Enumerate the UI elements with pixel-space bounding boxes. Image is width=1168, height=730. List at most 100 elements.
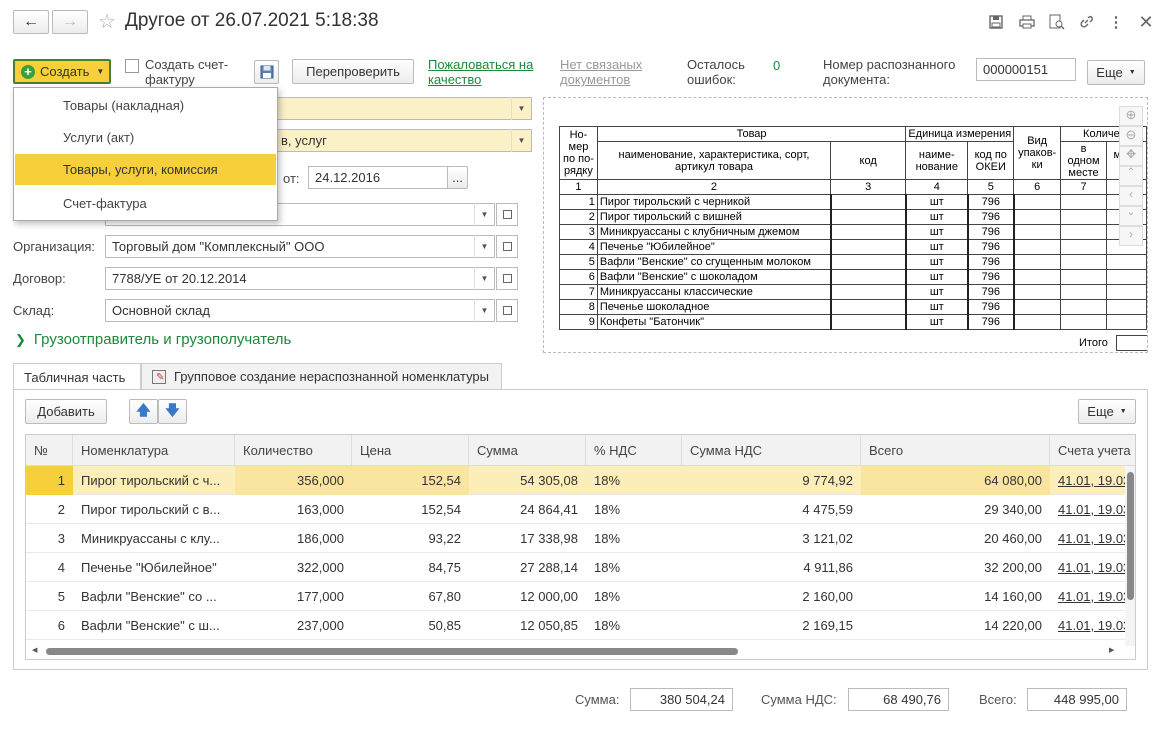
cell-total: 20 460,00 xyxy=(984,531,1042,546)
scroll-left-arrow-icon[interactable]: ◀ xyxy=(32,646,37,654)
move-down-button[interactable]: 🡇 xyxy=(158,399,187,424)
forward-button[interactable]: → xyxy=(52,10,88,34)
close-icon[interactable]: ✕ xyxy=(1136,12,1156,32)
org-open-button[interactable] xyxy=(496,235,518,258)
complain-quality-link[interactable]: Пожаловаться на качество xyxy=(428,57,548,87)
table-row[interactable]: 6 Вафли "Венские" с ш... 237,000 50,85 12 05… xyxy=(26,611,1135,640)
move-up-button[interactable]: 🡅 xyxy=(129,399,158,424)
table-more-button[interactable]: Еще ▼ xyxy=(1078,399,1136,424)
print-icon[interactable] xyxy=(1017,12,1037,32)
table-row[interactable]: 5 Вафли "Венские" со ... 177,000 67,80 12 00… xyxy=(26,582,1135,611)
counterparty-dropdown-icon[interactable]: ▼ xyxy=(474,203,494,226)
cell-qty: 186,000 xyxy=(297,531,344,546)
create-button[interactable]: + Создать ▼ xyxy=(13,59,111,84)
cell-vat-rate: 18% xyxy=(594,531,621,546)
contract-field[interactable]: 7788/УЕ от 20.12.2014 xyxy=(105,267,495,290)
scroll-down-icon[interactable]: ⌄ xyxy=(1119,206,1143,226)
cell-sum: 17 338,98 xyxy=(520,531,578,546)
col-header-accounts[interactable]: Счета учета xyxy=(1050,435,1135,466)
save-icon[interactable] xyxy=(986,12,1006,32)
cell-accounts[interactable]: 41.01, 19.03 xyxy=(1050,524,1130,553)
cell-vat-sum: 3 121,02 xyxy=(802,531,853,546)
scroll-up-icon[interactable]: ⌃ xyxy=(1119,166,1143,186)
menu-item-goods-services-commission[interactable]: Товары, услуги, комиссия xyxy=(15,154,276,185)
col-header-item[interactable]: Номенклатура xyxy=(73,435,235,466)
col-header-price[interactable]: Цена xyxy=(352,435,469,466)
scan-cell-unit: шт xyxy=(905,254,969,270)
cell-accounts[interactable]: 41.01, 19.03 xyxy=(1050,553,1130,582)
counterparty-open-button[interactable] xyxy=(496,203,518,226)
scan-cell-qty-one xyxy=(1060,269,1107,285)
warehouse-dropdown-icon[interactable]: ▼ xyxy=(474,299,494,322)
vertical-scrollbar[interactable] xyxy=(1125,466,1135,646)
contract-open-button[interactable] xyxy=(496,267,518,290)
table-row[interactable]: 2 Пирог тирольский с в... 163,000 152,54 24 … xyxy=(26,495,1135,524)
create-invoice-checkbox[interactable] xyxy=(125,59,139,73)
scan-cell-code xyxy=(829,224,907,240)
contract-dropdown-icon[interactable]: ▼ xyxy=(474,267,494,290)
org-dropdown-icon[interactable]: ▼ xyxy=(474,235,494,258)
scan-cell-pack xyxy=(1013,284,1062,300)
col-header-qty[interactable]: Количество xyxy=(235,435,352,466)
zoom-out-icon[interactable]: ⊖ xyxy=(1119,126,1143,146)
col-header-sum[interactable]: Сумма xyxy=(469,435,586,466)
scan-cell-qty-one xyxy=(1060,254,1107,270)
menu-item-services[interactable]: Услуги (акт) xyxy=(15,122,276,153)
scan-cell-num: 8 xyxy=(559,299,598,315)
cell-accounts[interactable]: 41.01, 19.03 xyxy=(1050,611,1130,640)
grand-total-label: Всего: xyxy=(979,692,1017,707)
horizontal-scrollbar[interactable]: ◀ ▶ xyxy=(26,644,1125,659)
scan-cell-qty-one xyxy=(1060,314,1107,330)
org-field[interactable]: Торговый дом "Комплексный" ООО xyxy=(105,235,495,258)
cell-accounts[interactable]: 41.01, 19.03 xyxy=(1050,466,1130,495)
date-picker-button[interactable]: ... xyxy=(447,166,468,189)
date-field[interactable]: 24.12.2016 xyxy=(308,166,448,189)
scroll-left-icon[interactable]: ‹ xyxy=(1119,186,1143,206)
link-icon[interactable] xyxy=(1076,12,1096,32)
recognized-number-field[interactable]: 000000151 xyxy=(976,58,1076,81)
search-document-icon[interactable] xyxy=(1047,12,1067,32)
table-more-label: Еще xyxy=(1087,404,1114,419)
fit-icon[interactable]: ✥ xyxy=(1119,146,1143,166)
back-button[interactable]: ← xyxy=(13,10,49,34)
more-button[interactable]: Еще ▼ xyxy=(1087,60,1145,85)
menu-item-goods[interactable]: Товары (накладная) xyxy=(15,90,276,121)
col-header-total[interactable]: Всего xyxy=(861,435,1050,466)
menu-item-invoice[interactable]: Счет-фактура xyxy=(15,188,276,219)
vertical-scrollbar-thumb[interactable] xyxy=(1127,472,1134,600)
recheck-button[interactable]: Перепроверить xyxy=(292,59,414,84)
scan-cell-qty-pcs xyxy=(1105,314,1147,330)
cell-num: 1 xyxy=(26,466,73,495)
scan-cell-num: 2 xyxy=(559,209,598,225)
tab-group-create[interactable]: ✎ Групповое создание нераспознанной номе… xyxy=(141,363,502,389)
chevron-down-icon: ▼ xyxy=(1119,408,1127,415)
table-row[interactable]: 1 Пирог тирольский с ч... 356,000 152,54 54 … xyxy=(26,466,1135,495)
scroll-right-arrow-icon[interactable]: ▶ xyxy=(1109,646,1114,654)
save-floppy-button[interactable] xyxy=(254,60,279,84)
warehouse-field[interactable]: Основной склад xyxy=(105,299,495,322)
consignor-group-toggle[interactable]: ❯ Грузоотправитель и грузополучатель xyxy=(15,331,291,348)
horizontal-scrollbar-thumb[interactable] xyxy=(46,648,738,655)
cell-accounts[interactable]: 41.01, 19.03 xyxy=(1050,582,1130,611)
col-header-vat-sum[interactable]: Сумма НДС xyxy=(682,435,861,466)
col-header-vat-rate[interactable]: % НДС xyxy=(586,435,682,466)
more-vertical-icon[interactable]: ⋮ xyxy=(1106,12,1126,32)
table-row[interactable]: 3 Миникруассаны с клу... 186,000 93,22 17 33… xyxy=(26,524,1135,553)
cell-sum: 12 000,00 xyxy=(520,589,578,604)
cell-accounts[interactable]: 41.01, 19.03 xyxy=(1050,495,1130,524)
scroll-right-icon[interactable]: › xyxy=(1119,226,1143,246)
zoom-in-icon[interactable]: ⊕ xyxy=(1119,106,1143,126)
cell-num: 6 xyxy=(57,618,65,633)
no-related-documents-link[interactable]: Нет связаных документов xyxy=(560,57,655,87)
favorite-star-icon[interactable]: ☆ xyxy=(98,9,116,34)
document-kind-dropdown-icon[interactable]: ▼ xyxy=(511,129,531,152)
recognized-number-label: Номер распознанного документа: xyxy=(823,57,956,87)
warehouse-open-button[interactable] xyxy=(496,299,518,322)
chevron-right-icon: ❯ xyxy=(15,331,26,347)
add-button[interactable]: Добавить xyxy=(25,399,107,424)
operation-dropdown-icon[interactable]: ▼ xyxy=(511,97,531,120)
table-row[interactable]: 4 Печенье "Юбилейное" 322,000 84,75 27 288,1… xyxy=(26,553,1135,582)
tab-table-part[interactable]: Табличная часть xyxy=(13,363,141,390)
col-header-num[interactable]: № xyxy=(26,435,73,466)
scan-cell-name: Вафли "Венские" со сгущенным молоком xyxy=(596,254,832,270)
